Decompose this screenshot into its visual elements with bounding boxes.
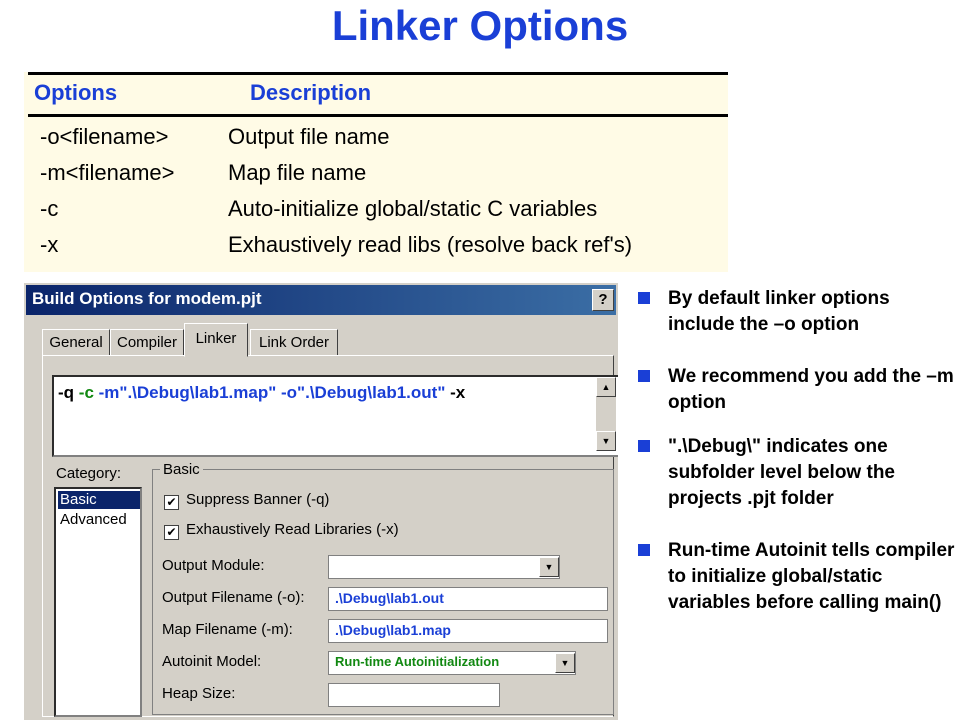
heap-size-label: Heap Size: bbox=[162, 685, 236, 702]
chevron-down-icon[interactable]: ▼ bbox=[555, 653, 575, 673]
cmd-part: -c bbox=[78, 383, 99, 402]
chevron-down-icon[interactable]: ▼ bbox=[539, 557, 559, 577]
table-description: Exhaustively read libs (resolve back ref… bbox=[228, 232, 633, 257]
autoinit-model-dropdown[interactable]: Run-time Autoinitialization ▼ bbox=[328, 651, 576, 675]
basic-group-label: Basic bbox=[160, 461, 203, 478]
tab-compiler[interactable]: Compiler bbox=[110, 329, 184, 356]
bullet-icon bbox=[638, 440, 650, 452]
autoinit-model-label: Autoinit Model: bbox=[162, 653, 262, 670]
tab-link-order[interactable]: Link Order bbox=[250, 329, 338, 356]
bullet-icon bbox=[638, 370, 650, 382]
table-header-rule bbox=[28, 114, 728, 117]
map-filename-value: .\Debug\lab1.map bbox=[335, 622, 451, 638]
scroll-up-icon[interactable]: ▲ bbox=[596, 377, 616, 397]
bullet-text: Run-time Autoinit tells compiler to init… bbox=[668, 540, 955, 613]
table-top-rule bbox=[28, 72, 728, 75]
cmd-part: -x bbox=[450, 383, 466, 402]
table-header-options: Options bbox=[34, 80, 118, 105]
tab-general[interactable]: General bbox=[42, 329, 110, 356]
command-scrollbar[interactable]: ▲ ▼ bbox=[596, 377, 616, 451]
command-line-box[interactable]: -q -c -m".\Debug\lab1.map" -o".\Debug\la… bbox=[52, 375, 618, 457]
build-options-dialog: Build Options for modem.pjt ? General Co… bbox=[24, 283, 618, 720]
table-option: -m<filename> bbox=[40, 160, 175, 185]
dialog-titlebar: Build Options for modem.pjt ? bbox=[26, 285, 616, 315]
output-module-dropdown[interactable]: ▼ bbox=[328, 555, 560, 579]
bullet-icon bbox=[638, 544, 650, 556]
table-option: -o<filename> bbox=[40, 124, 169, 149]
output-filename-label: Output Filename (-o): bbox=[162, 589, 305, 606]
table-header-description: Description bbox=[250, 80, 372, 105]
category-item-basic[interactable]: Basic bbox=[58, 491, 140, 509]
table-description: Map file name bbox=[228, 160, 367, 185]
dialog-title: Build Options for modem.pjt bbox=[32, 289, 262, 308]
output-filename-value: .\Debug\lab1.out bbox=[335, 590, 444, 606]
bullet-text: ".\Debug\" indicates one subfolder level… bbox=[668, 436, 895, 509]
table-option: -x bbox=[40, 232, 59, 257]
tab-linker[interactable]: Linker bbox=[184, 323, 248, 357]
map-filename-field[interactable]: .\Debug\lab1.map bbox=[328, 619, 608, 643]
read-libraries-checkbox[interactable]: ✔ bbox=[164, 525, 179, 540]
bullet-icon bbox=[638, 292, 650, 304]
checkbox-label: Suppress Banner (-q) bbox=[186, 491, 330, 508]
suppress-banner-checkbox[interactable]: ✔ bbox=[164, 495, 179, 510]
output-filename-field[interactable]: .\Debug\lab1.out bbox=[328, 587, 608, 611]
table-description: Auto-initialize global/static C variable… bbox=[228, 196, 598, 221]
bullet-text: We recommend you add the –m option bbox=[668, 366, 954, 413]
category-label: Category: bbox=[56, 465, 122, 482]
help-button[interactable]: ? bbox=[592, 289, 614, 311]
map-filename-label: Map Filename (-m): bbox=[162, 621, 293, 638]
cmd-part: -q bbox=[58, 383, 79, 402]
command-line-text: -q -c -m".\Debug\lab1.map" -o".\Debug\la… bbox=[58, 383, 465, 403]
bullet-text: By default linker options include the –o… bbox=[668, 288, 890, 335]
category-item-advanced[interactable]: Advanced bbox=[58, 511, 140, 529]
scroll-down-icon[interactable]: ▼ bbox=[596, 431, 616, 451]
cmd-part: -m".\Debug\lab1.map" -o".\Debug\lab1.out… bbox=[98, 383, 451, 402]
category-list[interactable]: Basic Advanced bbox=[54, 487, 142, 717]
autoinit-model-value: Run-time Autoinitialization bbox=[335, 654, 500, 669]
heap-size-field[interactable] bbox=[328, 683, 500, 707]
checkbox-label: Exhaustively Read Libraries (-x) bbox=[186, 521, 399, 538]
table-description: Output file name bbox=[228, 124, 390, 149]
output-module-label: Output Module: bbox=[162, 557, 265, 574]
page-title: Linker Options bbox=[331, 2, 629, 49]
table-option: -c bbox=[40, 196, 59, 221]
